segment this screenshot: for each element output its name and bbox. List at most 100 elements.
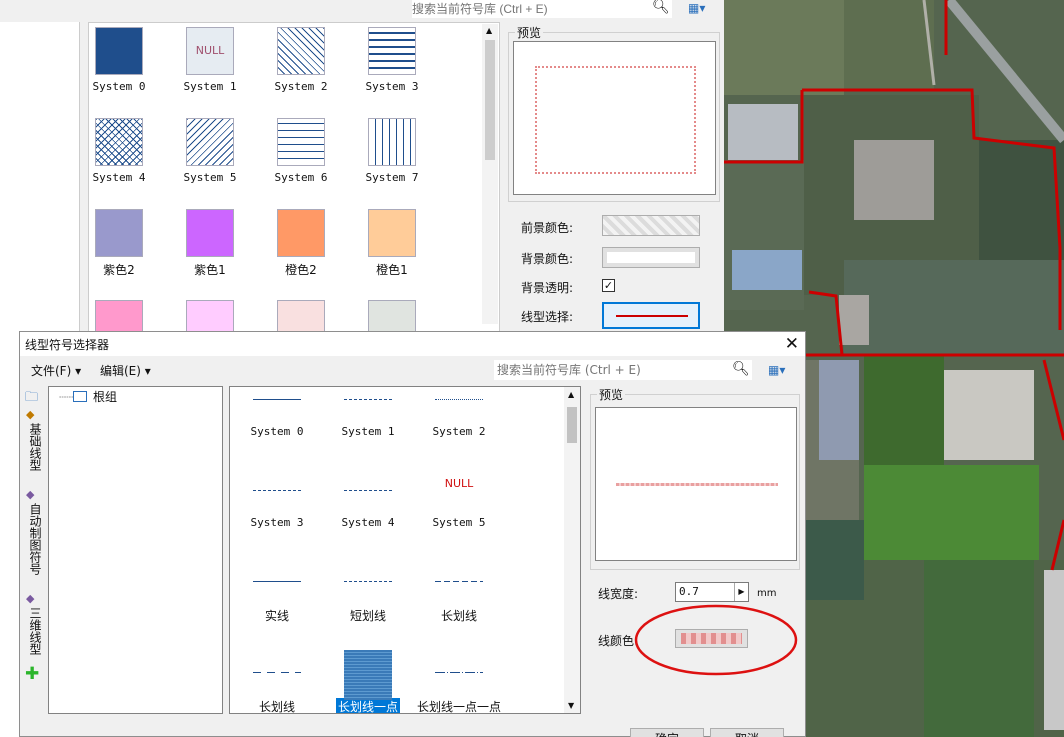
line-symbol-label: System 1 (341, 425, 395, 438)
line-width-label: 线宽度: (598, 587, 639, 601)
fill-symbol-label: System 2 (274, 80, 328, 93)
line-symbol-item[interactable]: System 0 (232, 391, 322, 438)
fill-symbol-label: System 3 (365, 80, 419, 93)
line-grid-scrollbar[interactable]: ▲ ▼ (564, 387, 580, 713)
line-symbol-label: System 5 (432, 516, 486, 529)
line-symbol-item[interactable]: System 2 (414, 391, 504, 438)
bg-transparent-label: 背景透明: (521, 281, 574, 295)
fill-symbol-item[interactable]: System 3 (352, 27, 432, 93)
line-symbol-label: System 4 (341, 516, 395, 529)
fill-search-input[interactable] (412, 0, 672, 18)
fill-swatch (368, 27, 416, 75)
line-select-button[interactable] (602, 302, 700, 329)
line-search-input[interactable] (494, 360, 752, 380)
line-sample (414, 573, 504, 593)
line-sample (232, 482, 322, 502)
fill-swatch (186, 118, 234, 166)
tab-auto-symbols[interactable]: 自动制图符号 (22, 503, 44, 575)
folder-icon[interactable]: 🗀︎ (25, 388, 38, 410)
line-symbol-label: 长划线 (440, 609, 477, 623)
fill-symbol-item[interactable]: 橙色2 (261, 209, 341, 278)
fill-symbol-item[interactable]: System 4 (79, 118, 159, 184)
cancel-button[interactable]: 取消 (710, 728, 784, 737)
line-symbol-item[interactable]: 长划线 (414, 573, 504, 624)
line-symbol-item[interactable]: 长划线 (232, 664, 322, 713)
line-symbol-item[interactable]: 实线 (232, 573, 322, 624)
line-sample (232, 391, 322, 411)
line-symbol-dialog: 线型符号选择器 ✕ 文件(F) ▾ 编辑(E) ▾ 🔍︎ ▦▾ 🗀︎ ◆ 基础线… (19, 331, 806, 737)
line-preview-group: 预览 (590, 386, 800, 570)
bg-color-swatch[interactable] (602, 247, 700, 268)
line-sample (232, 664, 322, 684)
search-icon[interactable]: 🔍︎ (652, 0, 670, 15)
line-symbol-item[interactable]: System 1 (323, 391, 413, 438)
line-symbol-label: System 0 (250, 425, 304, 438)
line-sample (323, 482, 413, 502)
line-symbol-grid: System 0 System 1 System 2 System 3 System 4… (229, 386, 581, 714)
fill-swatch (95, 209, 143, 257)
tab-3d-lines[interactable]: 三维线型 (22, 607, 44, 655)
fill-symbol-label: System 4 (92, 171, 146, 184)
menu-file[interactable]: 文件(F) ▾ (31, 362, 81, 379)
fill-swatch (277, 209, 325, 257)
fill-symbol-item[interactable]: System 0 (79, 27, 159, 93)
symbol-tree: ┄┄ 根组 (48, 386, 223, 714)
line-sample (323, 573, 413, 593)
bg-transparent-checkbox[interactable]: ✓ (602, 279, 615, 292)
dialog-title: 线型符号选择器 (25, 338, 110, 352)
fill-symbol-item[interactable]: NULL System 1 (170, 27, 250, 93)
line-symbol-item[interactable]: 长划线一点 (323, 650, 413, 714)
line-sample (232, 573, 322, 593)
line-symbol-label: 长划线一点 (335, 698, 400, 714)
line-symbol-item[interactable]: NULL System 5 (414, 477, 504, 529)
fill-symbol-item[interactable]: System 2 (261, 27, 341, 93)
fill-grid-scrollbar[interactable]: ▲ (482, 24, 498, 324)
line-width-value[interactable]: 0.7 (679, 585, 699, 598)
ok-button[interactable]: 确定 (630, 728, 704, 737)
fill-symbol-item[interactable]: System 7 (352, 118, 432, 184)
fill-swatch: NULL (186, 27, 234, 75)
view-toggle-icon[interactable]: ▦▾ (688, 1, 705, 15)
line-sample (323, 650, 413, 700)
line-width-unit: mm (757, 588, 777, 599)
fill-preview-group: 预览 (508, 24, 720, 202)
add-icon[interactable]: ✚ (25, 664, 39, 684)
line-select-label: 线型选择: (521, 310, 574, 324)
fill-swatch (368, 209, 416, 257)
line-symbol-label: System 2 (432, 425, 486, 438)
fill-symbol-label: System 7 (365, 171, 419, 184)
fill-swatch (368, 118, 416, 166)
tree-root-node[interactable]: 根组 (93, 388, 117, 405)
line-symbol-label: System 3 (250, 516, 304, 529)
fill-symbol-label: 橙色2 (285, 263, 317, 277)
fill-symbol-item[interactable]: 橙色1 (352, 209, 432, 278)
line-symbol-item[interactable]: 长划线一点一点 (414, 664, 504, 713)
fill-symbol-item[interactable]: 紫色2 (79, 209, 159, 278)
view-toggle-icon[interactable]: ▦▾ (768, 363, 785, 377)
fill-swatch (95, 27, 143, 75)
spinner-arrow-icon[interactable]: ▶ (734, 583, 748, 601)
line-sample (414, 391, 504, 411)
fg-color-swatch[interactable] (602, 215, 700, 236)
folder-icon (73, 391, 87, 402)
line-width-spinner[interactable]: 0.7 ▶ (675, 582, 749, 602)
line-symbol-label: 实线 (264, 609, 289, 623)
fill-symbol-label: 紫色2 (103, 263, 135, 277)
line-symbol-item[interactable]: System 4 (323, 482, 413, 529)
null-text: NULL (444, 477, 474, 490)
menu-edit[interactable]: 编辑(E) ▾ (100, 362, 151, 379)
line-symbol-item[interactable]: 短划线 (323, 573, 413, 624)
dialog-titlebar[interactable]: 线型符号选择器 ✕ (20, 332, 805, 356)
fill-symbol-item[interactable]: 紫色1 (170, 209, 250, 278)
tab-basic-lines[interactable]: 基础线型 (22, 423, 44, 471)
fill-symbol-item[interactable]: System 5 (170, 118, 250, 184)
fill-swatch (277, 118, 325, 166)
fill-preview-canvas (513, 41, 716, 195)
fill-symbol-label: 紫色1 (194, 263, 226, 277)
library-icon: ◆ (26, 408, 35, 421)
search-icon[interactable]: 🔍︎ (732, 361, 750, 377)
close-icon[interactable]: ✕ (785, 334, 799, 354)
fill-symbol-item[interactable]: System 6 (261, 118, 341, 184)
line-symbol-item[interactable]: System 3 (232, 482, 322, 529)
library-icon: ◆ (26, 488, 35, 501)
